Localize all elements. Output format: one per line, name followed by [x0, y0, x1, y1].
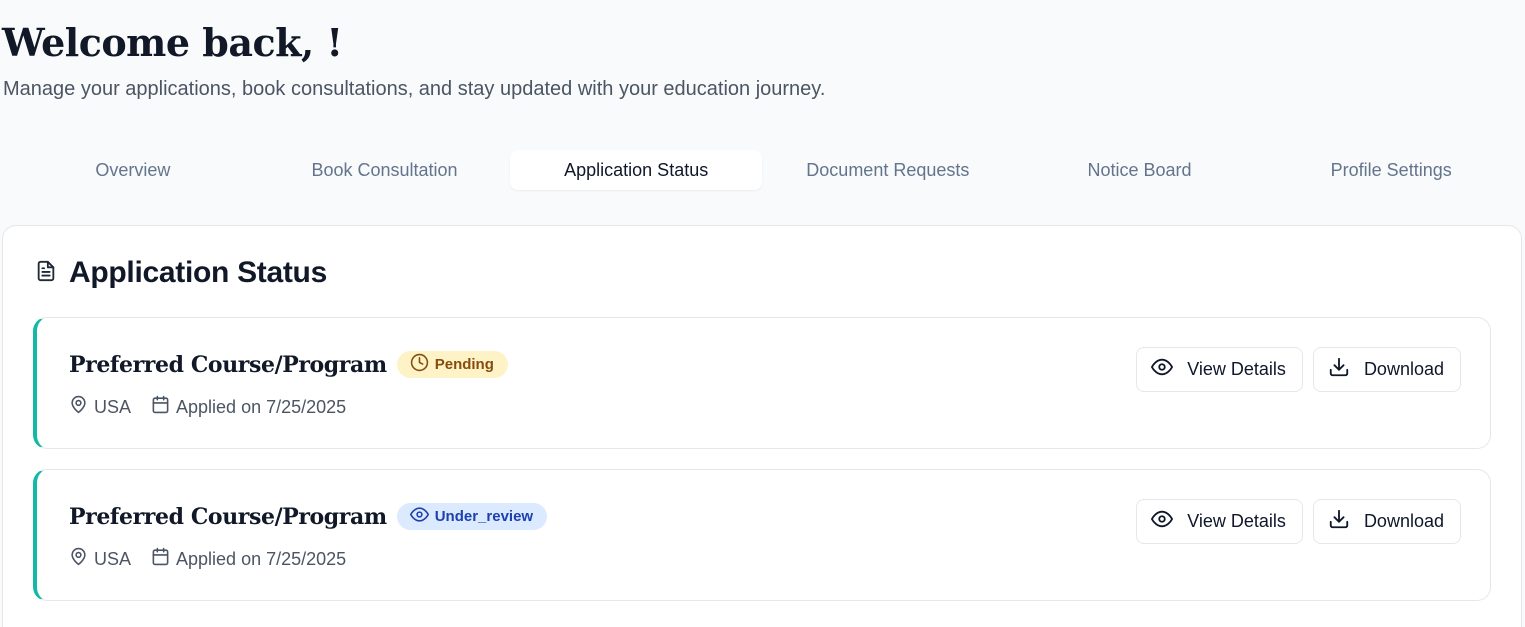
calendar-icon [151, 395, 170, 419]
panel-title: Application Status [69, 256, 327, 289]
tab-book-consultation[interactable]: Book Consultation [259, 150, 511, 190]
eye-icon [1151, 508, 1174, 535]
view-details-button[interactable]: View Details [1136, 347, 1303, 392]
clock-icon [410, 353, 429, 376]
download-icon [1328, 356, 1350, 383]
map-pin-icon [69, 547, 88, 571]
country-label: USA [94, 548, 132, 569]
applied-date-meta: Applied on 7/25/2025 [151, 395, 346, 419]
course-name: Preferred Course/Program [69, 503, 387, 530]
download-label: Download [1363, 359, 1444, 379]
tab-document-requests[interactable]: Document Requests [762, 150, 1014, 190]
application-card: Preferred Course/Program Pending USA App… [33, 317, 1491, 449]
status-label: Under_review [434, 508, 534, 525]
tab-notice-board[interactable]: Notice Board [1014, 150, 1266, 190]
applied-date-label: Applied on 7/25/2025 [176, 548, 347, 569]
tab-bar: Overview Book Consultation Application S… [7, 150, 1517, 190]
course-name: Preferred Course/Program [69, 351, 387, 378]
calendar-icon [151, 547, 170, 571]
country-label: USA [94, 396, 132, 417]
country-meta: USA [69, 395, 131, 419]
application-card: Preferred Course/Program Under_review US… [33, 469, 1491, 601]
view-details-button[interactable]: View Details [1136, 499, 1303, 544]
page-title: Welcome back, ! [2, 20, 343, 65]
country-meta: USA [69, 547, 131, 571]
download-button[interactable]: Download [1312, 347, 1461, 392]
view-details-label: View Details [1187, 359, 1286, 379]
map-pin-icon [69, 395, 88, 419]
panel-header: Application Status [35, 256, 327, 290]
file-text-icon [35, 260, 57, 287]
applied-date-meta: Applied on 7/25/2025 [151, 547, 346, 571]
tab-profile-settings[interactable]: Profile Settings [1265, 150, 1517, 190]
tab-overview[interactable]: Overview [7, 150, 259, 190]
eye-icon [409, 505, 429, 528]
download-icon [1328, 508, 1350, 535]
applied-date-label: Applied on 7/25/2025 [176, 396, 347, 417]
application-status-panel: Application Status Preferred Course/Prog… [2, 225, 1522, 627]
download-button[interactable]: Download [1312, 499, 1461, 544]
status-label: Pending [434, 356, 494, 373]
tab-application-status[interactable]: Application Status [510, 150, 763, 190]
eye-icon [1151, 356, 1174, 383]
status-badge: Under_review [396, 503, 548, 530]
view-details-label: View Details [1187, 511, 1286, 531]
status-badge: Pending [396, 351, 508, 378]
download-label: Download [1363, 511, 1444, 531]
page-subtitle: Manage your applications, book consultat… [3, 78, 826, 100]
